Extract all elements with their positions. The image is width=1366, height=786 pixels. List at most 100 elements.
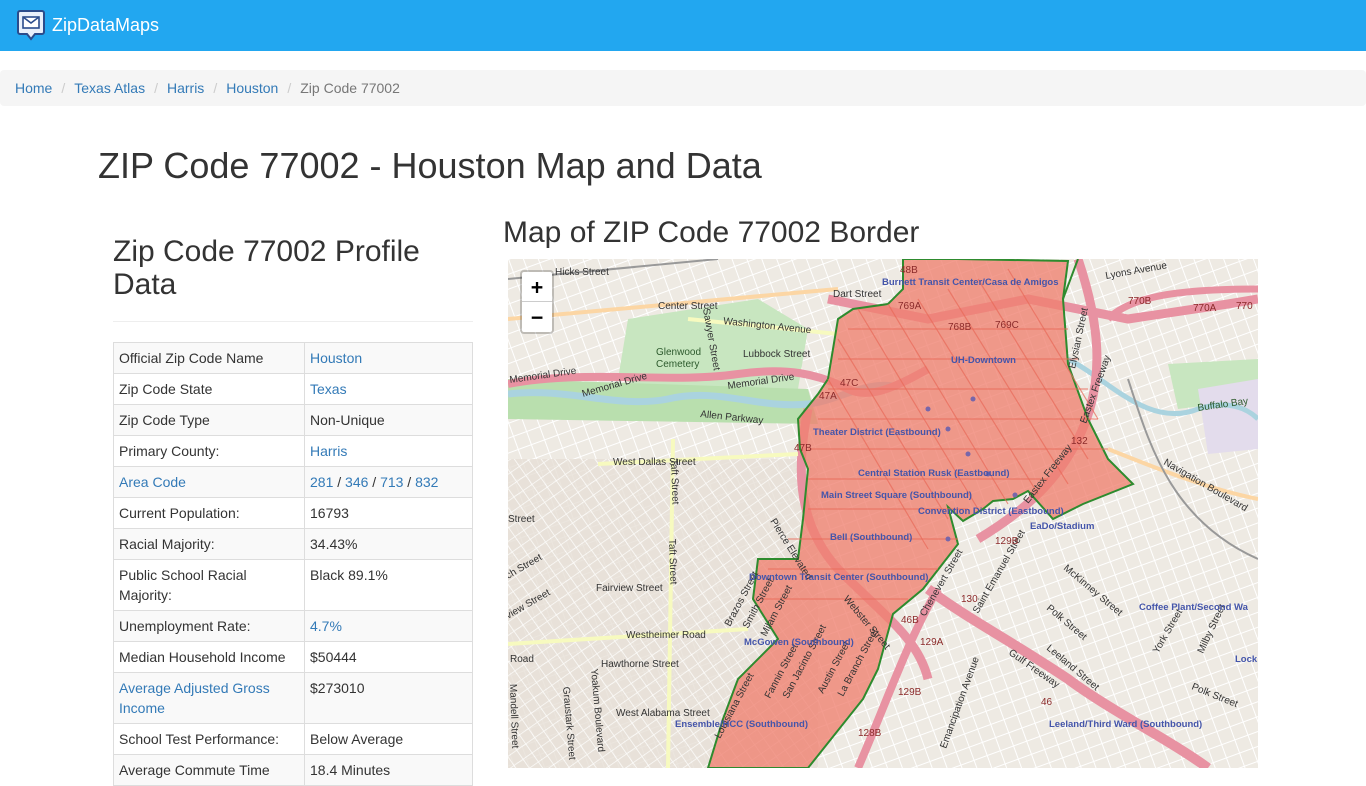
- street-label: Mandell Street: [508, 684, 520, 749]
- station-label: Coffee Plant/Second Wa: [1139, 602, 1249, 613]
- street-label: Hawthorne Street: [601, 659, 679, 670]
- rail-stop-dot: [925, 406, 931, 412]
- agi-link[interactable]: Average Adjusted Gross Income: [119, 680, 270, 716]
- profile-table: Official Zip Code Name Houston Zip Code …: [113, 342, 473, 786]
- row-value: $273010: [304, 672, 473, 724]
- station-label: Lock: [1235, 654, 1258, 665]
- street-label: Road: [510, 654, 534, 665]
- table-row: Zip Code State Texas: [113, 373, 473, 405]
- street-label: Dart Street: [833, 289, 882, 300]
- table-row: School Test Performance: Below Average: [113, 723, 473, 755]
- row-label: Zip Code State: [113, 373, 305, 405]
- row-value: Below Average: [304, 723, 473, 755]
- exit-label: 46: [1041, 697, 1053, 708]
- table-row: Median Household Income $50444: [113, 641, 473, 673]
- exit-label: 128B: [858, 728, 882, 739]
- zoom-out-button[interactable]: −: [522, 302, 552, 332]
- exit-label: 132: [1071, 436, 1088, 447]
- table-row: Area Code 281 / 346 / 713 / 832: [113, 466, 473, 498]
- mail-pin-logo-icon: [17, 10, 45, 41]
- row-value: 34.43%: [304, 528, 473, 560]
- area-code-832-link[interactable]: 832: [415, 474, 438, 490]
- breadcrumb-current: Zip Code 77002: [300, 80, 400, 96]
- street-label: Street: [508, 514, 535, 525]
- station-label: Ensemble/HCC (Southbound): [675, 719, 808, 730]
- row-label: Current Population:: [113, 497, 305, 529]
- map-title: Map of ZIP Code 77002 Border: [503, 216, 920, 249]
- station-label: Convention District (Eastbound): [918, 506, 1064, 517]
- county-link[interactable]: Harris: [310, 443, 347, 459]
- brand-name: ZipDataMaps: [52, 14, 160, 35]
- profile-title: Zip Code 77002 Profile Data: [113, 235, 420, 301]
- rail-stop-dot: [945, 536, 951, 542]
- table-row: Racial Majority: 34.43%: [113, 528, 473, 560]
- table-row: Public School Racial Majority: Black 89.…: [113, 559, 473, 611]
- exit-label: 47B: [794, 443, 812, 454]
- street-label: Taft Street: [666, 539, 679, 585]
- street-label: Westheimer Road: [626, 630, 706, 641]
- area-code-link[interactable]: Area Code: [119, 474, 186, 490]
- exit-label: 47C: [840, 378, 858, 389]
- street-label: Hicks Street: [555, 267, 609, 278]
- state-link[interactable]: Texas: [310, 381, 347, 397]
- exit-label: 130: [961, 594, 978, 605]
- park-label: Cemetery: [656, 359, 699, 370]
- breadcrumb-separator: /: [213, 80, 218, 96]
- exit-label: 770: [1236, 301, 1253, 312]
- exit-label: 769C: [995, 320, 1019, 331]
- station-label: McGowen (Southbound): [744, 637, 854, 648]
- breadcrumb-houston[interactable]: Houston: [226, 80, 278, 96]
- station-label: Theater District (Eastbound): [813, 427, 941, 438]
- row-label: Average Commute Time: [113, 754, 305, 786]
- map-canvas: Hicks Street Center Street Dart Street W…: [508, 259, 1258, 768]
- station-label: Downtown Transit Center (Southbound): [749, 572, 928, 583]
- breadcrumb-separator: /: [154, 80, 158, 96]
- rail-stop-dot: [965, 451, 971, 457]
- table-row: Average Adjusted Gross Income $273010: [113, 672, 473, 724]
- profile-divider: [113, 321, 473, 322]
- row-label: Racial Majority:: [113, 528, 305, 560]
- breadcrumb-texas-atlas[interactable]: Texas Atlas: [74, 80, 145, 96]
- exit-label: 769A: [898, 301, 922, 312]
- zoom-in-button[interactable]: +: [522, 272, 552, 302]
- area-code-713-link[interactable]: 713: [380, 474, 403, 490]
- page-title: ZIP Code 77002 - Houston Map and Data: [98, 145, 762, 186]
- exit-label: 129A: [920, 637, 944, 648]
- exit-label: 48B: [900, 265, 918, 276]
- row-label: Unemployment Rate:: [113, 610, 305, 642]
- east-lot: [1198, 379, 1258, 454]
- zip-name-link[interactable]: Houston: [310, 350, 362, 366]
- street-label: Lubbock Street: [743, 349, 810, 360]
- brand-link[interactable]: ZipDataMaps: [17, 8, 159, 42]
- street-label: Taft Street: [668, 459, 681, 505]
- row-label: Primary County:: [113, 435, 305, 467]
- breadcrumb-separator: /: [287, 80, 292, 96]
- zip-border-map[interactable]: Hicks Street Center Street Dart Street W…: [508, 259, 1258, 768]
- unemployment-link[interactable]: 4.7%: [310, 618, 342, 634]
- station-label: Central Station Rusk (Eastbound): [858, 468, 1009, 479]
- rail-stop-dot: [1012, 492, 1018, 498]
- exit-label: 47A: [819, 391, 837, 402]
- table-row: Official Zip Code Name Houston: [113, 342, 473, 374]
- breadcrumb-separator: /: [61, 80, 66, 96]
- row-value: $50444: [304, 641, 473, 673]
- row-value: Non-Unique: [304, 404, 473, 436]
- map-zoom-control: + −: [520, 270, 554, 334]
- table-row: Current Population: 16793: [113, 497, 473, 529]
- breadcrumb: Home / Texas Atlas / Harris / Houston / …: [0, 70, 1366, 106]
- area-code-281-link[interactable]: 281: [310, 474, 333, 490]
- row-value: 16793: [304, 497, 473, 529]
- exit-label: 768B: [948, 322, 972, 333]
- area-code-346-link[interactable]: 346: [345, 474, 368, 490]
- park-label: Glenwood: [656, 347, 701, 358]
- exit-label: 129B: [995, 536, 1019, 547]
- exit-label: 129B: [898, 687, 922, 698]
- breadcrumb-harris[interactable]: Harris: [167, 80, 204, 96]
- station-label: Burnett Transit Center/Casa de Amigos: [882, 277, 1059, 288]
- row-label: Official Zip Code Name: [113, 342, 305, 374]
- breadcrumb-home[interactable]: Home: [15, 80, 52, 96]
- row-value: Black 89.1%: [304, 559, 473, 611]
- row-label: Public School Racial Majority:: [113, 559, 305, 611]
- table-row: Unemployment Rate: 4.7%: [113, 610, 473, 642]
- station-label: Leeland/Third Ward (Southbound): [1049, 719, 1202, 730]
